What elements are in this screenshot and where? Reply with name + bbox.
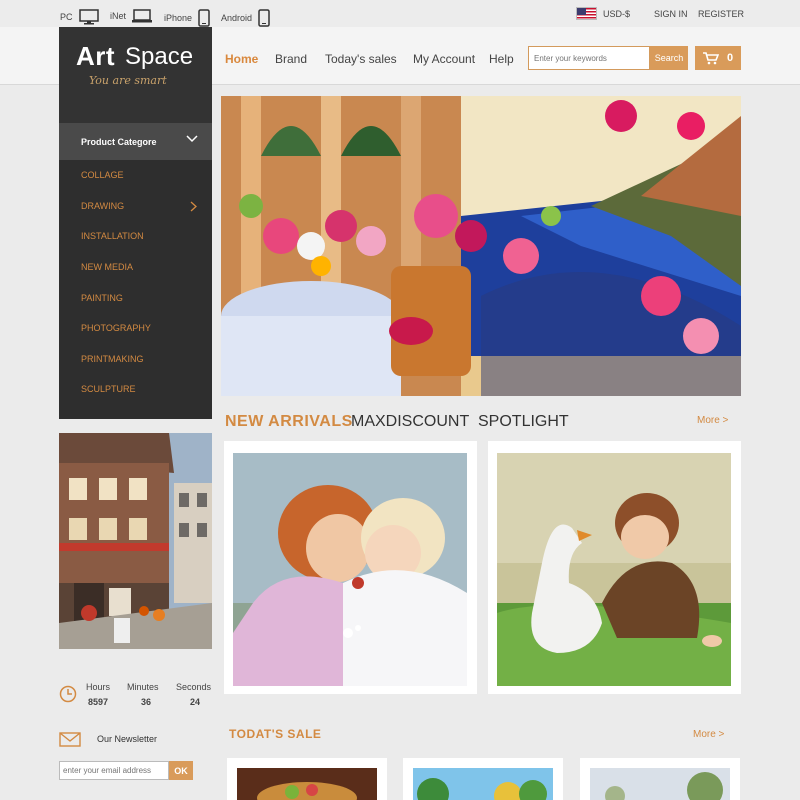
tab-spotlight[interactable]: SPOTLIGHT (478, 413, 569, 431)
device-label: Android (221, 13, 253, 23)
cart-icon (702, 51, 719, 64)
nav-brand[interactable]: Brand (275, 52, 307, 66)
category-label: PHOTOGRAPHY (81, 323, 151, 334)
newsletter-ok-button[interactable]: OK (169, 761, 193, 780)
nav-todays-sales[interactable]: Today's sales (325, 52, 397, 66)
nav-help[interactable]: Help (489, 52, 514, 66)
monitor-icon (78, 9, 99, 25)
android-phone-icon (258, 9, 270, 27)
category-label: SCULPTURE (81, 384, 136, 395)
device-android[interactable]: Android (221, 9, 270, 27)
category-label: DRAWING (81, 200, 125, 211)
category-header[interactable]: Product Categore (59, 123, 212, 160)
street-painting-image[interactable] (59, 433, 212, 649)
fruit-painting-image[interactable] (237, 768, 377, 800)
tab-maxdiscount[interactable]: MAXDISCOUNT (351, 413, 469, 431)
device-pc[interactable]: PC (60, 9, 99, 25)
todays-sale-more-link[interactable]: More > (693, 729, 724, 740)
landscape-painting-image[interactable] (413, 768, 553, 800)
device-label: PC (60, 12, 73, 22)
nav-my-account[interactable]: My Account (413, 52, 475, 66)
hero-painting-banner[interactable] (221, 96, 741, 396)
sale-card[interactable] (227, 758, 387, 800)
sale-card[interactable] (403, 758, 563, 800)
phone-icon (198, 9, 210, 27)
device-label: iNet (110, 11, 127, 21)
category-sculpture[interactable]: SCULPTURE (59, 374, 212, 405)
category-label: NEW MEDIA (81, 262, 134, 273)
top-bar: PC iNet iPhone Android USD-$ SIGN IN REG… (0, 0, 800, 27)
category-printmaking[interactable]: PRINTMAKING (59, 344, 212, 375)
category-photography[interactable]: PHOTOGRAPHY (59, 313, 212, 344)
newsletter-label: Our Newsletter (97, 734, 158, 744)
logo-word-art: Art (76, 41, 116, 71)
tab-new-arrivals[interactable]: NEW ARRIVALS (225, 413, 353, 431)
clock-icon (59, 685, 77, 703)
chevron-down-icon (186, 135, 198, 143)
category-installation[interactable]: INSTALLATION (59, 221, 212, 252)
device-label: iPhone (164, 13, 193, 23)
laptop-icon (132, 9, 153, 23)
newsletter-email-input[interactable] (59, 761, 169, 780)
boy-and-goose-painting-image[interactable] (497, 453, 731, 686)
children-painting-image[interactable] (233, 453, 467, 686)
hours-value: 8597 (88, 697, 109, 707)
cart-button[interactable]: 0 (695, 46, 741, 70)
search-button[interactable]: Search (650, 46, 688, 70)
category-label: INSTALLATION (81, 231, 144, 242)
sign-in-link[interactable]: SIGN IN (654, 9, 688, 19)
minutes-label: Minutes (127, 682, 159, 692)
category-label: PAINTING (81, 292, 123, 303)
category-label: COLLAGE (81, 170, 124, 181)
newsletter: Our Newsletter (59, 730, 219, 750)
product-card[interactable] (224, 441, 477, 694)
chevron-right-icon (190, 201, 197, 212)
hours-label: Hours (86, 682, 111, 692)
category-sidebar: Product Categore COLLAGE DRAWING INSTALL… (59, 123, 212, 419)
category-new-media[interactable]: NEW MEDIA (59, 252, 212, 283)
category-painting[interactable]: PAINTING (59, 282, 212, 313)
envelope-icon (59, 732, 81, 747)
logo[interactable]: Art Space You are smart (59, 27, 212, 123)
device-inet[interactable]: iNet (110, 9, 153, 23)
logo-word-space: Space (125, 43, 194, 70)
seconds-value: 24 (190, 697, 201, 707)
us-flag-icon[interactable] (576, 7, 597, 20)
product-card[interactable] (488, 441, 741, 694)
logo-tagline: You are smart (89, 74, 167, 87)
category-header-label: Product Categore (81, 136, 157, 147)
seconds-label: Seconds (176, 682, 212, 692)
category-label: PRINTMAKING (81, 353, 144, 364)
register-link[interactable]: REGISTER (698, 9, 744, 19)
minutes-value: 36 (141, 697, 152, 707)
todays-sale-title: TODAT'S SALE (229, 727, 322, 741)
category-collage[interactable]: COLLAGE (59, 160, 212, 191)
device-iphone[interactable]: iPhone (164, 9, 210, 27)
new-arrivals-more-link[interactable]: More > (697, 415, 728, 426)
sale-card[interactable] (580, 758, 740, 800)
meadow-painting-image[interactable] (590, 768, 730, 800)
countdown-timer: Hours 8597 Minutes 36 Seconds 24 (59, 679, 219, 715)
cart-count: 0 (726, 52, 734, 64)
nav-home[interactable]: Home (225, 52, 258, 66)
currency-selector[interactable]: USD-$ (603, 9, 630, 19)
search-input[interactable] (528, 46, 650, 70)
category-drawing[interactable]: DRAWING (59, 191, 212, 222)
